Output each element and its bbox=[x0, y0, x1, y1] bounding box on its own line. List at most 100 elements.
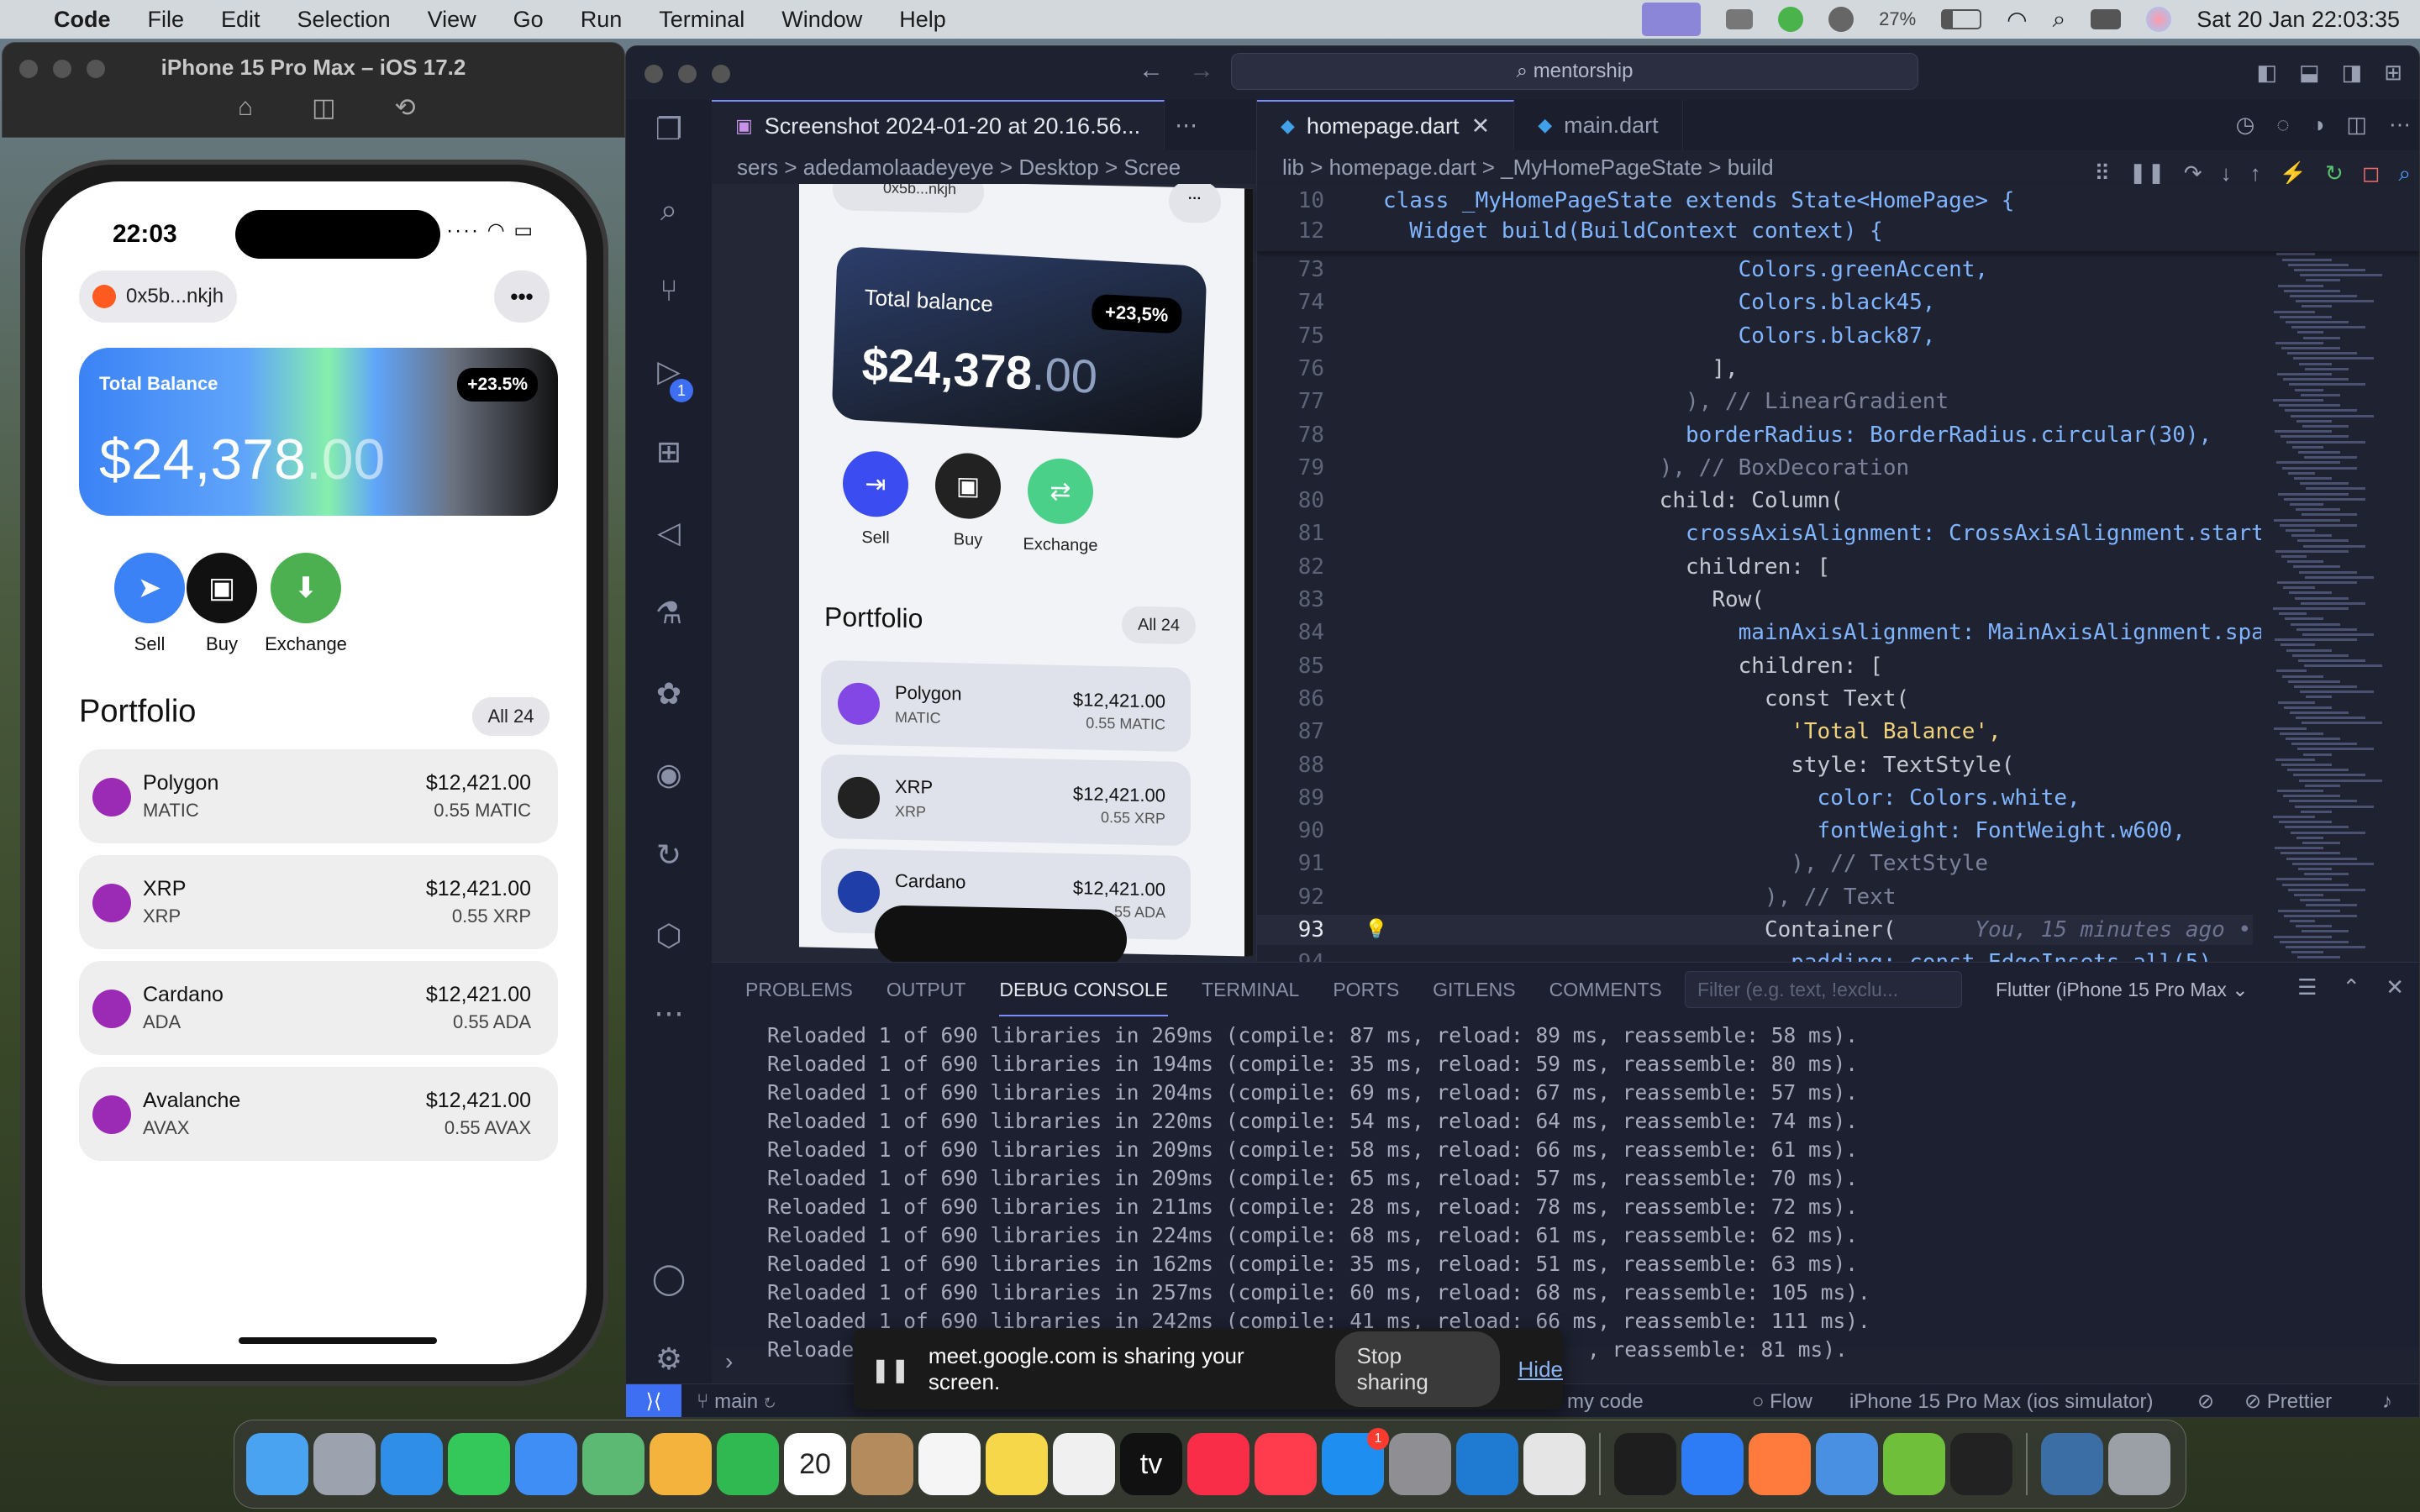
sticky-line[interactable]: 12 Widget build(BuildContext context) { bbox=[1257, 216, 1883, 246]
toggle-primary-sidebar-icon[interactable]: ◧ bbox=[2256, 60, 2277, 86]
terminal-icon[interactable] bbox=[1950, 1433, 2012, 1495]
device-selector[interactable]: iPhone 15 Pro Max (ios simulator) bbox=[1849, 1384, 2153, 1417]
debug-my-code-toggle[interactable]: my code bbox=[1567, 1384, 1644, 1417]
screen-share-icon[interactable] bbox=[1642, 3, 1702, 36]
chrome-icon[interactable] bbox=[1523, 1433, 1586, 1495]
code-line[interactable]: 81 crossAxisAlignment: CrossAxisAlignmen… bbox=[1257, 518, 2278, 549]
reminders-icon[interactable] bbox=[918, 1433, 981, 1495]
command-center-search[interactable]: ⌕ mentorship bbox=[1231, 53, 1918, 90]
code-line[interactable]: 80 child: Column( bbox=[1257, 486, 1844, 516]
code-line[interactable]: 78 borderRadius: BorderRadius.circular(3… bbox=[1257, 420, 2212, 450]
code-line[interactable]: 86 const Text( bbox=[1257, 684, 1909, 714]
flutter-inspector-icon[interactable]: ◑ bbox=[2312, 112, 2325, 138]
code-editor[interactable]: 10 class _MyHomePageState extends State<H… bbox=[1257, 184, 2419, 1009]
menu-help[interactable]: Help bbox=[899, 7, 946, 33]
timeline-icon[interactable]: ◷ bbox=[2236, 112, 2255, 138]
tab-screenshot[interactable]: ▣ Screenshot 2024-01-20 at 20.16.56... bbox=[712, 100, 1165, 150]
battery-icon[interactable] bbox=[1941, 9, 1982, 29]
maps-icon[interactable] bbox=[582, 1433, 644, 1495]
freeform-icon[interactable] bbox=[1053, 1433, 1115, 1495]
balance-card[interactable]: Total Balance +23.5% $24,378.00 bbox=[79, 348, 558, 516]
wallet-address-chip[interactable]: 0x5b...nkjh bbox=[79, 270, 237, 323]
notifications-bell-icon[interactable]: ♪ bbox=[2382, 1384, 2392, 1417]
debug-session-select[interactable]: Flutter (iPhone 15 Pro Max ⌄ bbox=[1996, 971, 2265, 1008]
figma-icon[interactable] bbox=[1614, 1433, 1676, 1495]
menu-file[interactable]: File bbox=[148, 7, 185, 33]
menu-selection[interactable]: Selection bbox=[297, 7, 391, 33]
system-settings-icon[interactable] bbox=[1389, 1433, 1451, 1495]
split-editor-icon[interactable]: ◫ bbox=[2346, 112, 2367, 138]
code-line[interactable]: 87 'Total Balance', bbox=[1257, 717, 2002, 747]
safari-icon[interactable] bbox=[381, 1433, 443, 1495]
copilot-icon[interactable]: ⊘ bbox=[2197, 1384, 2214, 1417]
prettier-indicator[interactable]: ⊘ Prettier bbox=[2244, 1384, 2332, 1417]
tv-icon[interactable]: tv bbox=[1120, 1433, 1182, 1495]
search-icon[interactable]: ⌕ bbox=[650, 191, 688, 229]
hide-button[interactable]: Hide bbox=[1518, 1357, 1563, 1383]
code-line[interactable]: 83 Row( bbox=[1257, 585, 1765, 615]
close-tab-icon[interactable]: ✕ bbox=[1471, 113, 1491, 139]
tab-output[interactable]: OUTPUT bbox=[886, 963, 966, 1016]
menu-window[interactable]: Window bbox=[781, 7, 862, 33]
menu-edit[interactable]: Edit bbox=[221, 7, 260, 33]
code-line[interactable]: 88 style: TextStyle( bbox=[1257, 750, 2015, 780]
siri-icon[interactable] bbox=[2146, 7, 2172, 32]
testing-icon[interactable]: ⚗ bbox=[650, 594, 688, 633]
tab-comments[interactable]: COMMENTS bbox=[1549, 963, 1662, 1016]
more-button[interactable]: ••• bbox=[494, 270, 550, 323]
breadcrumb[interactable]: sers > adedamolaadeyeye > Desktop > Scre… bbox=[712, 150, 1256, 184]
trash-icon[interactable] bbox=[2108, 1433, 2170, 1495]
home-indicator[interactable] bbox=[239, 1337, 437, 1344]
remote-indicator-icon[interactable]: ⟩⟨ bbox=[626, 1384, 681, 1417]
source-control-icon[interactable]: ⑂ bbox=[650, 271, 688, 310]
extensions-icon[interactable]: ⊞ bbox=[650, 433, 688, 471]
customize-layout-icon[interactable]: ⊞ bbox=[2384, 60, 2402, 86]
branch-indicator[interactable]: ⑂ main ↻ bbox=[697, 1384, 776, 1417]
tab-overflow-button[interactable]: ⋯ bbox=[1165, 100, 1207, 150]
asset-row[interactable]: Polygon MATIC $12,421.00 0.55 MATIC bbox=[79, 749, 558, 843]
compare-icon[interactable]: ◌ bbox=[2276, 112, 2289, 138]
asset-row[interactable]: XRP XRP $12,421.00 0.55 XRP bbox=[79, 855, 558, 949]
exchange-button[interactable]: ⬇ Exchange bbox=[247, 553, 365, 655]
drag-handle-icon[interactable]: ❚❚ bbox=[871, 1356, 910, 1383]
news-icon[interactable] bbox=[1255, 1433, 1317, 1495]
tab-debug-console[interactable]: DEBUG CONSOLE bbox=[999, 963, 1169, 1016]
more-icon[interactable]: ⋯ bbox=[650, 994, 688, 1032]
code-line[interactable]: 85 children: [ bbox=[1257, 651, 1883, 681]
remote-explorer-icon[interactable]: ↻ bbox=[650, 836, 688, 874]
flow-indicator[interactable]: ○ Flow bbox=[1752, 1384, 1812, 1417]
code-line[interactable]: 84 mainAxisAlignment: MainAxisAlignment.… bbox=[1257, 617, 2396, 648]
screenshot-icon[interactable]: ◫ bbox=[312, 93, 335, 123]
control-center-icon[interactable] bbox=[2091, 9, 2122, 29]
facetime-icon[interactable] bbox=[717, 1433, 779, 1495]
tab-homepage-dart[interactable]: ◆ homepage.dart ✕ bbox=[1257, 100, 1515, 150]
code-line[interactable]: 92 ), // Text bbox=[1257, 882, 1897, 912]
grammarly-icon[interactable] bbox=[1778, 7, 1804, 32]
console-input-chevron-icon[interactable]: › bbox=[725, 1348, 733, 1375]
tab-ports[interactable]: PORTS bbox=[1333, 963, 1399, 1016]
back-arrow-icon[interactable]: ← bbox=[1139, 56, 1164, 85]
toggle-panel-icon[interactable]: ⬓ bbox=[2299, 60, 2320, 86]
code-line[interactable]: 93 Container( You, 15 minutes ago • Firs… bbox=[1257, 915, 2409, 945]
lightbulb-icon[interactable]: 💡 bbox=[1365, 915, 1387, 945]
sticky-line[interactable]: 10 class _MyHomePageState extends State<H… bbox=[1257, 186, 2015, 216]
account-icon[interactable]: ◯ bbox=[650, 1259, 688, 1298]
code-line[interactable]: 74 Colors.black45, bbox=[1257, 287, 1936, 318]
minimap[interactable] bbox=[2261, 184, 2419, 994]
close-button[interactable] bbox=[644, 65, 663, 83]
vscode-icon[interactable] bbox=[1456, 1433, 1518, 1495]
vectornator-icon[interactable] bbox=[1749, 1433, 1811, 1495]
code-line[interactable]: 82 children: [ bbox=[1257, 552, 1831, 582]
clear-console-icon[interactable]: ☰ bbox=[2297, 974, 2317, 1000]
flutter-icon[interactable]: ◁ bbox=[650, 513, 688, 552]
contacts-icon[interactable] bbox=[851, 1433, 913, 1495]
notification-icon[interactable] bbox=[1726, 9, 1754, 29]
tab-gitlens[interactable]: GITLENS bbox=[1433, 963, 1515, 1016]
code-line[interactable]: 75 Colors.black87, bbox=[1257, 321, 1936, 351]
asset-row[interactable]: Cardano ADA $12,421.00 0.55 ADA bbox=[79, 961, 558, 1055]
notes-icon[interactable] bbox=[986, 1433, 1048, 1495]
asset-row[interactable]: Avalanche AVAX $12,421.00 0.55 AVAX bbox=[79, 1067, 558, 1161]
network-tool-icon[interactable] bbox=[1816, 1433, 1878, 1495]
menubar-clock[interactable]: Sat 20 Jan 22:03:35 bbox=[2196, 7, 2400, 33]
code-line[interactable]: 79 ), // BoxDecoration bbox=[1257, 453, 1909, 483]
